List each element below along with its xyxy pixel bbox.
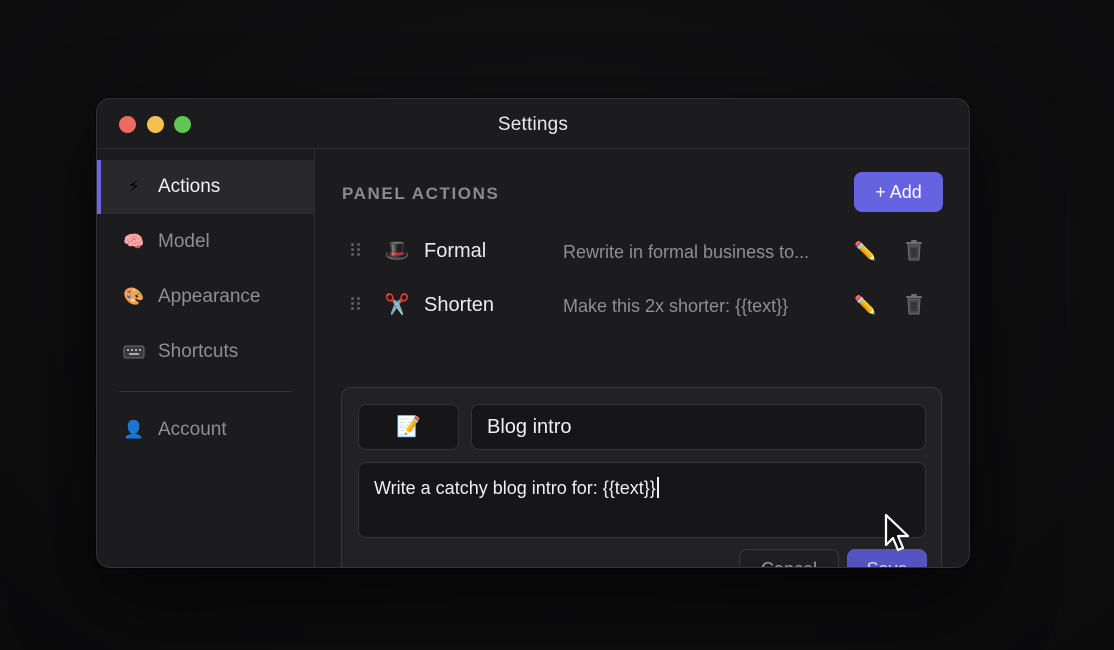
sidebar-item-shortcuts[interactable]: Shortcuts — [97, 325, 314, 379]
keyboard-icon — [123, 341, 145, 363]
text-caret — [656, 477, 659, 498]
sidebar-item-label: Appearance — [158, 286, 261, 307]
top-hat-icon: 🎩 — [384, 240, 410, 262]
sidebar-item-label: Actions — [158, 176, 221, 197]
sidebar-item-account[interactable]: 👤 Account — [97, 403, 314, 457]
lightning-icon: ⚡ — [128, 177, 140, 196]
action-prompt: Make this 2x shorter: {{text}} — [563, 296, 789, 316]
save-button[interactable]: Save — [847, 549, 927, 567]
emoji-picker-field[interactable]: 📝 — [358, 404, 459, 450]
sidebar-item-label: Shortcuts — [158, 341, 239, 362]
action-name-input[interactable]: Blog intro — [471, 404, 926, 450]
trash-icon[interactable] — [904, 239, 924, 261]
action-name: Shorten — [424, 294, 495, 316]
sidebar-item-appearance[interactable]: 🎨 Appearance — [97, 270, 314, 324]
drag-handle-icon[interactable] — [350, 296, 362, 312]
main-panel: PANEL ACTIONS + Add 🎩 Formal Rewrite in … — [315, 149, 969, 567]
section-title: PANEL ACTIONS — [342, 184, 500, 203]
trash-icon[interactable] — [904, 293, 924, 315]
prompt-textarea[interactable]: Write a catchy blog intro for: {{text}} — [358, 462, 926, 538]
settings-window: Settings ⚡ Actions 🧠 Model 🎨 Appearance — [96, 98, 970, 568]
pencil-icon[interactable]: ✏️ — [854, 293, 876, 317]
sidebar-divider — [119, 391, 292, 392]
scissors-icon: ✂️ — [384, 294, 410, 316]
drag-handle-icon[interactable] — [350, 242, 362, 258]
title-bar: Settings — [97, 99, 969, 149]
person-icon: 👤 — [123, 420, 145, 439]
prompt-text: Write a catchy blog intro for: {{text}} — [374, 478, 656, 498]
sidebar-item-model[interactable]: 🧠 Model — [97, 215, 314, 269]
action-row-formal[interactable]: 🎩 Formal Rewrite in formal business to..… — [342, 227, 942, 275]
action-editor: 📝 Blog intro Write a catchy blog intro f… — [341, 387, 942, 567]
cancel-button[interactable]: Cancel — [739, 549, 839, 567]
action-name: Formal — [424, 240, 487, 262]
action-row-shorten[interactable]: ✂️ Shorten Make this 2x shorter: {{text}… — [342, 281, 942, 329]
sidebar-item-actions[interactable]: ⚡ Actions — [97, 160, 314, 214]
sidebar: ⚡ Actions 🧠 Model 🎨 Appearance Shortcuts — [97, 149, 315, 567]
brain-icon: 🧠 — [123, 232, 145, 251]
pencil-icon[interactable]: ✏️ — [854, 239, 876, 263]
memo-icon: 📝 — [396, 416, 421, 438]
add-action-button[interactable]: + Add — [854, 172, 943, 212]
window-title: Settings — [497, 114, 569, 135]
action-prompt: Rewrite in formal business to... — [563, 242, 810, 262]
sidebar-item-label: Model — [158, 231, 210, 252]
sidebar-item-label: Account — [158, 419, 227, 440]
palette-icon: 🎨 — [123, 287, 145, 306]
